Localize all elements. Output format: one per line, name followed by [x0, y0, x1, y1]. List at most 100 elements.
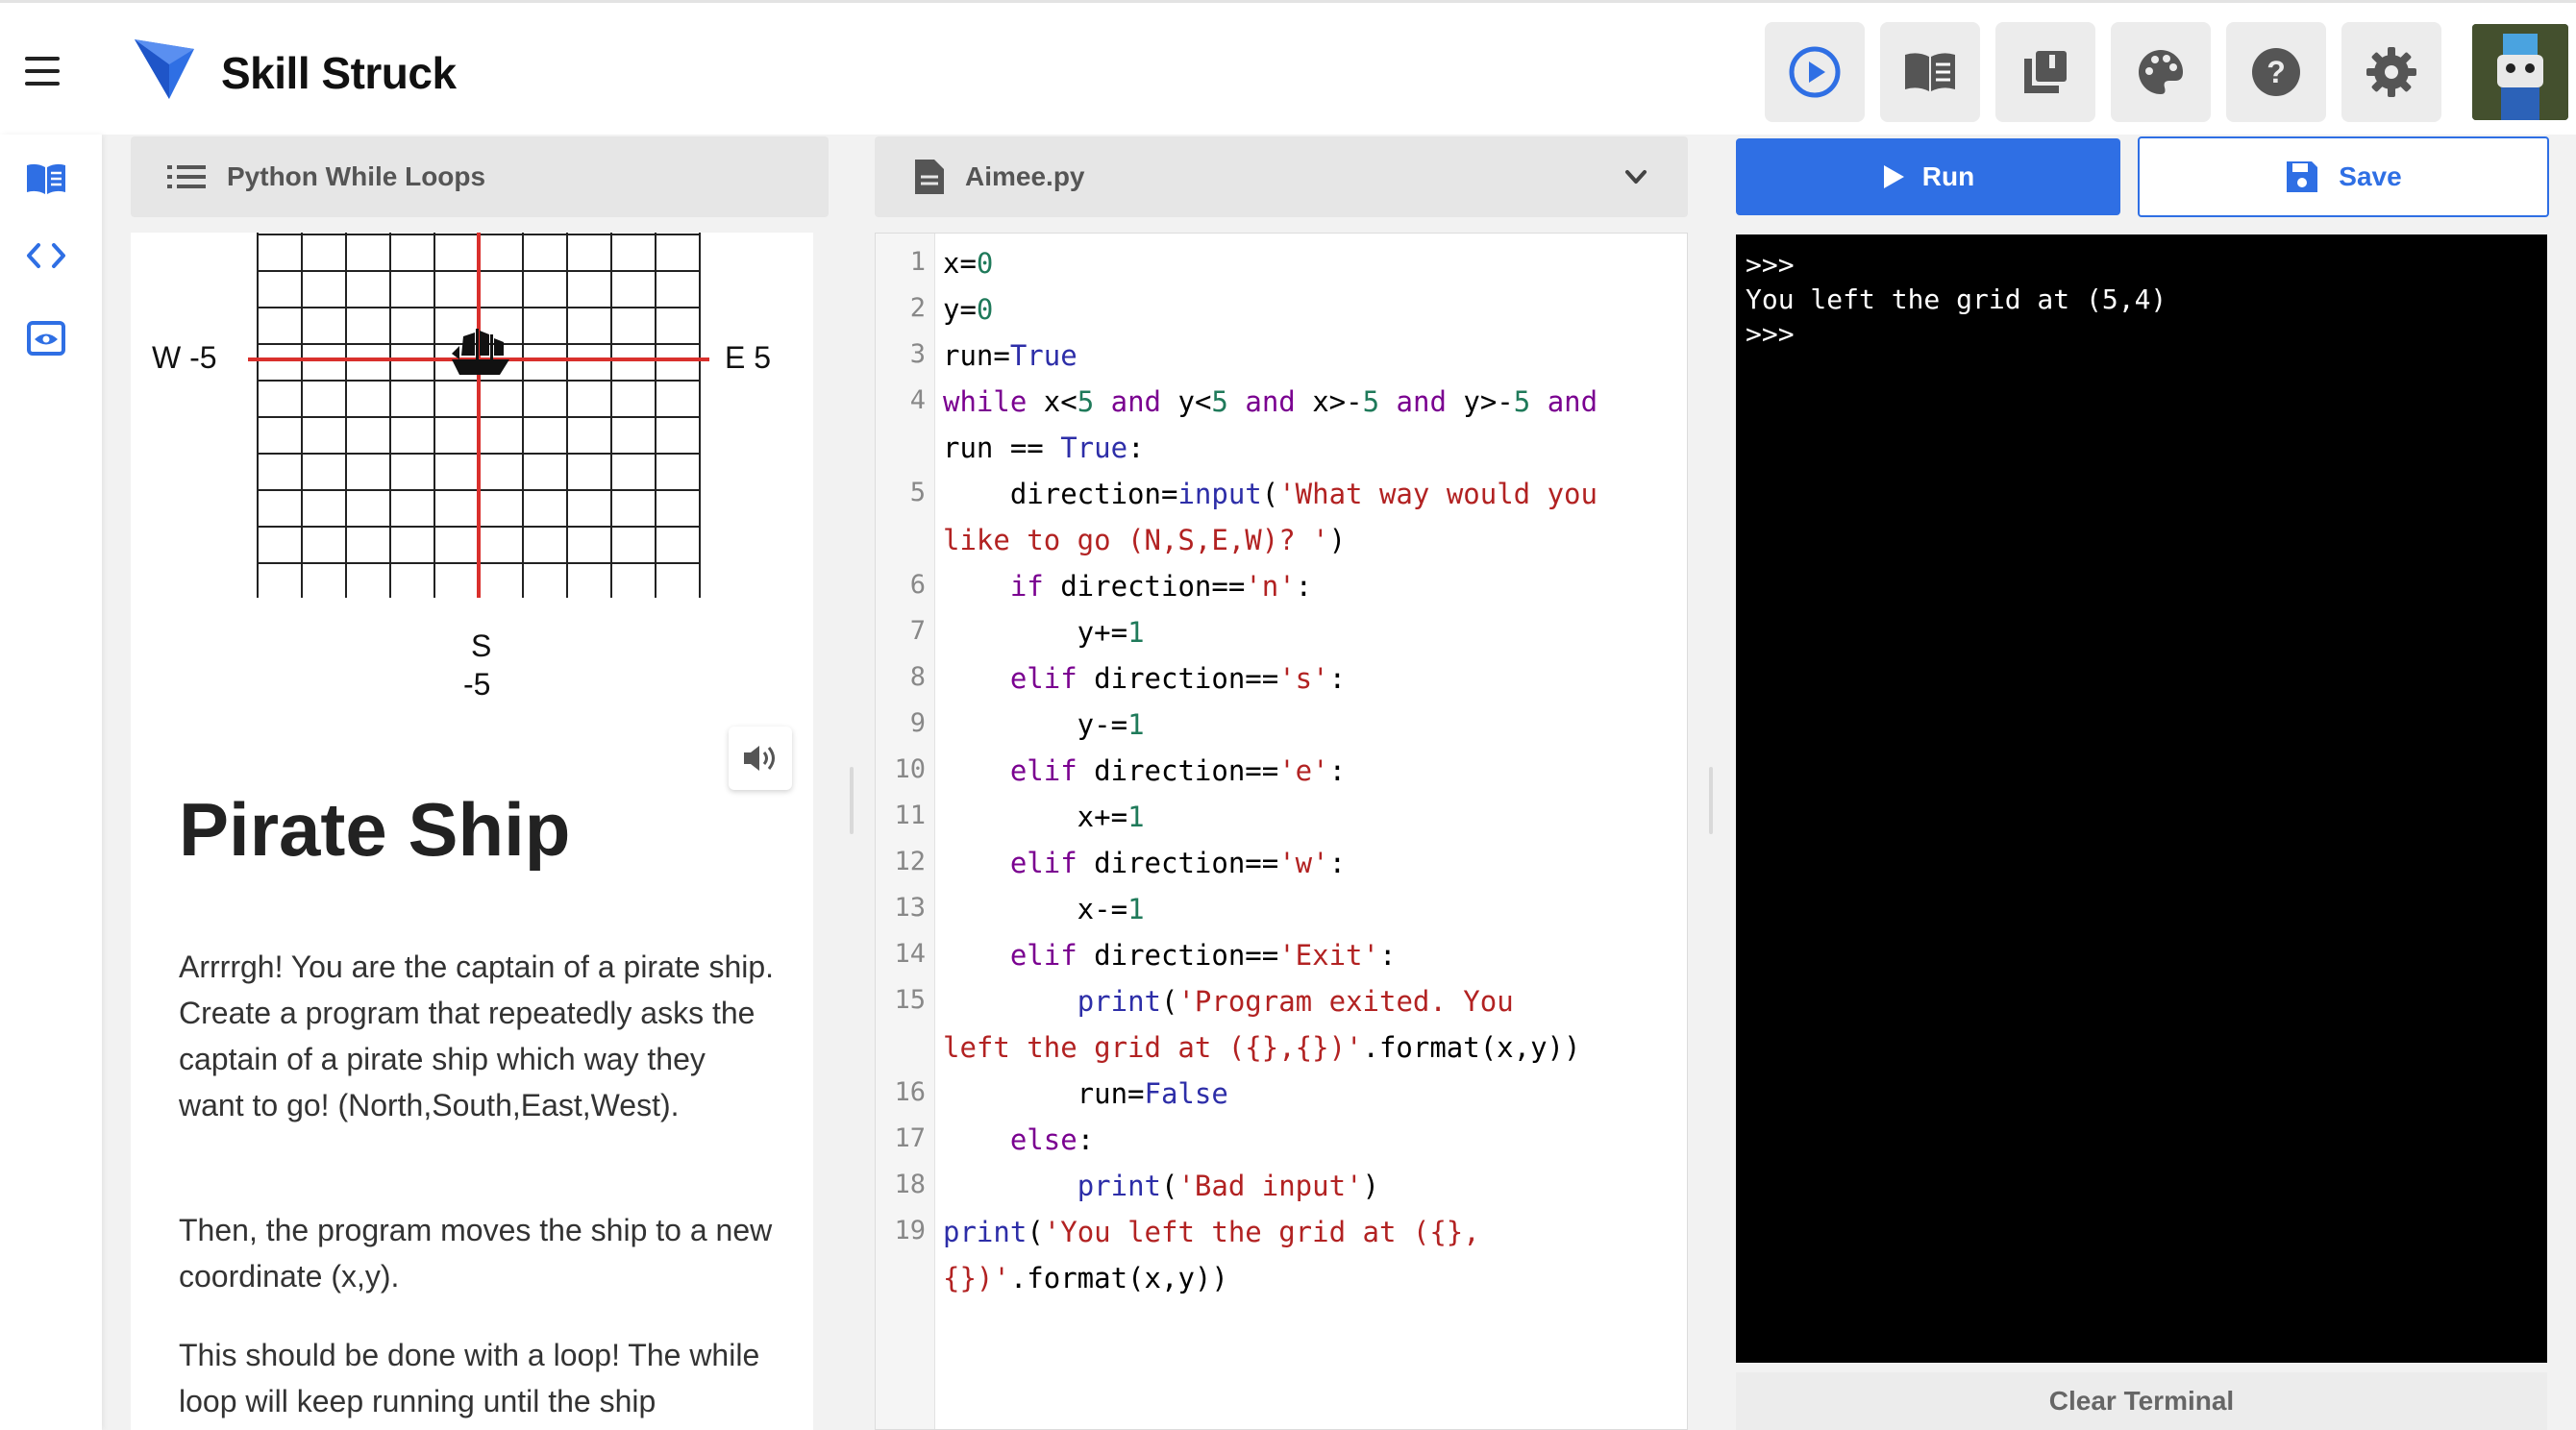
lesson-title: Python While Loops	[227, 161, 486, 191]
speaker-icon	[744, 746, 775, 771]
east-label: E 5	[725, 340, 772, 375]
code-tab[interactable]	[25, 234, 67, 277]
code-line[interactable]: print('Bad input')	[943, 1170, 1379, 1202]
south-value: -5	[463, 667, 491, 702]
code-icon	[27, 243, 65, 268]
line-number: 1	[909, 247, 926, 277]
save-icon	[2287, 161, 2318, 192]
code-line[interactable]: elif direction=='e':	[943, 754, 1346, 787]
lesson-title-bar[interactable]: Python While Loops	[131, 136, 829, 217]
code-line[interactable]: print('Program exited. You	[943, 985, 1514, 1018]
code-line[interactable]: run=False	[943, 1077, 1228, 1110]
code-line[interactable]: x+=1	[943, 801, 1145, 833]
code-line[interactable]: run == True:	[943, 431, 1145, 464]
code-line[interactable]: {})'.format(x,y))	[943, 1262, 1228, 1294]
line-number: 9	[909, 708, 926, 738]
skill-struck-logo	[135, 39, 194, 99]
code-line[interactable]: if direction=='n':	[943, 570, 1312, 603]
menu-icon[interactable]	[25, 57, 63, 86]
line-number: 17	[894, 1123, 926, 1153]
code-line[interactable]: like to go (N,S,E,W)? ')	[943, 524, 1346, 556]
lesson-content: W -5 E 5 S -5 Pirate Ship Arrrrgh! You a…	[131, 233, 813, 1430]
line-number: 16	[894, 1077, 926, 1107]
svg-text:?: ?	[2266, 55, 2286, 89]
line-number: 18	[894, 1170, 926, 1199]
code-line[interactable]: elif direction=='Exit':	[943, 939, 1397, 972]
book-open-icon	[1905, 53, 1955, 91]
play-circle-icon	[1789, 46, 1841, 98]
panel-resize-handle[interactable]	[850, 767, 854, 834]
code-line[interactable]: left the grid at ({},{})'.format(x,y))	[943, 1031, 1580, 1064]
lesson-heading: Pirate Ship	[179, 787, 571, 872]
file-selector[interactable]: Aimee.py	[875, 136, 1688, 217]
code-line[interactable]: y-=1	[943, 708, 1145, 741]
settings-button[interactable]	[2341, 22, 2441, 122]
lesson-paragraph: Arrrrgh! You are the captain of a pirate…	[179, 949, 775, 1122]
skill-struck-app: Skill Struck ? Python While Loops W -5 E…	[0, 0, 2576, 1430]
code-line[interactable]: direction=input('What way would you	[943, 478, 1598, 510]
line-number: 2	[909, 293, 926, 323]
book-open-icon	[27, 163, 65, 194]
code-line[interactable]: x=0	[943, 247, 993, 280]
lesson-tab[interactable]	[25, 158, 67, 200]
read-aloud-button[interactable]	[729, 727, 792, 790]
eye-icon	[27, 321, 65, 356]
line-number: 10	[894, 754, 926, 784]
list-icon	[167, 165, 206, 188]
top-header: Skill Struck ?	[0, 0, 2576, 135]
theme-button[interactable]	[2111, 22, 2211, 122]
line-number: 7	[909, 616, 926, 646]
line-number: 4	[909, 385, 926, 415]
code-line[interactable]: elif direction=='s':	[943, 662, 1346, 695]
run-button[interactable]: Run	[1736, 138, 2120, 215]
code-line[interactable]: else:	[943, 1123, 1094, 1156]
code-line[interactable]: elif direction=='w':	[943, 847, 1346, 879]
terminal-output[interactable]: >>> You left the grid at (5,4) >>>	[1736, 234, 2547, 1363]
run-preview-button[interactable]	[1765, 22, 1865, 122]
user-avatar[interactable]	[2472, 24, 2568, 120]
settings-icon	[2366, 47, 2416, 97]
line-number: 6	[909, 570, 926, 600]
clear-terminal-button[interactable]: Clear Terminal	[1736, 1372, 2547, 1430]
code-line[interactable]: print('You left the grid at ({},	[943, 1216, 1480, 1248]
help-icon: ?	[2252, 48, 2300, 96]
line-number: 15	[894, 985, 926, 1015]
run-label: Run	[1921, 161, 1975, 191]
line-number: 13	[894, 893, 926, 923]
line-number: 8	[909, 662, 926, 692]
save-button[interactable]: Save	[2138, 136, 2549, 217]
preview-tab[interactable]	[25, 317, 67, 359]
code-line[interactable]: y+=1	[943, 616, 1145, 649]
lesson-book-button[interactable]	[1880, 22, 1980, 122]
coordinate-grid	[248, 233, 709, 598]
line-number: 14	[894, 939, 926, 969]
line-number: 19	[894, 1216, 926, 1245]
line-number: 3	[909, 339, 926, 369]
code-line[interactable]: y=0	[943, 293, 993, 326]
play-icon	[1883, 165, 1904, 188]
west-label: W -5	[152, 340, 217, 375]
ship-icon	[452, 329, 509, 375]
lesson-paragraph: This should be done with a loop! The whi…	[179, 1338, 760, 1418]
help-button[interactable]: ?	[2226, 22, 2326, 122]
code-line[interactable]: x-=1	[943, 893, 1145, 925]
code-line[interactable]: run=True	[943, 339, 1077, 372]
library-icon	[2024, 51, 2067, 93]
file-name: Aimee.py	[965, 161, 1085, 191]
line-number: 12	[894, 847, 926, 876]
panel-resize-handle[interactable]	[1709, 767, 1713, 834]
file-icon	[915, 160, 944, 194]
chevron-down-icon	[1625, 170, 1647, 184]
line-gutter: 1 2 3 4 5 6 7 8 9 10 11 12 13 14 15 16 1…	[876, 234, 935, 1429]
library-button[interactable]	[1995, 22, 2095, 122]
lesson-paragraph: Then, the program moves the ship to a ne…	[179, 1213, 773, 1294]
line-number: 11	[894, 801, 926, 830]
code-editor[interactable]: 1 2 3 4 5 6 7 8 9 10 11 12 13 14 15 16 1…	[875, 233, 1688, 1430]
left-rail	[0, 135, 102, 1430]
palette-icon	[2139, 50, 2183, 94]
avatar-image	[2472, 24, 2568, 120]
code-line[interactable]: while x<5 and y<5 and x>-5 and y>-5 and	[943, 385, 1598, 418]
line-number: 5	[909, 478, 926, 507]
south-letter: S	[471, 629, 492, 663]
brand-name: Skill Struck	[221, 48, 457, 98]
